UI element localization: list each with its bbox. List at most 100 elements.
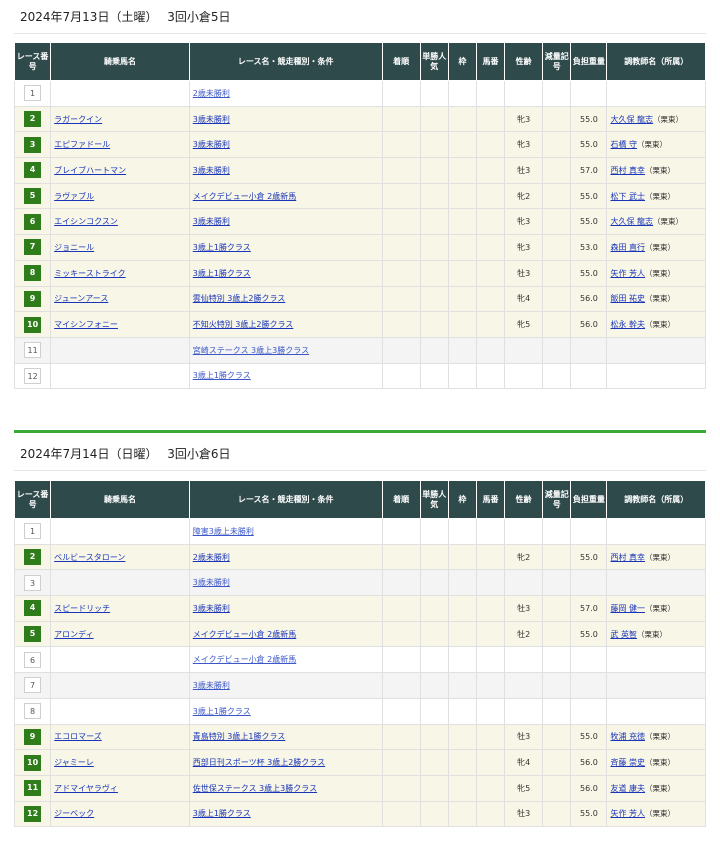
race-link[interactable]: 3歳上1勝クラス	[193, 269, 251, 278]
race-link[interactable]: 宮崎ステークス 3歳上3勝クラス	[193, 346, 309, 355]
race-row: 2 ラガークイン 3歳未勝利 牝3 55.0 大久保 龍志（栗東）	[13, 105, 706, 133]
trainer-link[interactable]: 森田 直行	[610, 243, 645, 252]
horse-link[interactable]: エコロマーズ	[54, 732, 102, 741]
race-number-badge: 6	[24, 213, 42, 230]
trainer-link[interactable]: 松永 幹夫	[610, 320, 645, 329]
race-link[interactable]: 不知火特別 3歳上2勝クラス	[193, 320, 294, 329]
horse-link[interactable]: スピードリッチ	[54, 604, 110, 613]
race-link[interactable]: 3歳未勝利	[193, 140, 230, 149]
trainer-link[interactable]: 石橋 守	[610, 140, 637, 149]
trainer-link[interactable]: 西村 真幸	[610, 166, 645, 175]
empty-cell	[447, 620, 477, 648]
race-link[interactable]: 3歳上1勝クラス	[193, 809, 251, 818]
sex-age-cell: 牡2	[504, 620, 544, 648]
empty-cell	[419, 518, 449, 545]
race-link[interactable]: 3歳未勝利	[193, 604, 230, 613]
race-number-badge: 3	[24, 574, 42, 591]
horse-link[interactable]: ブレイブハートマン	[54, 166, 126, 175]
horse-link[interactable]: ジョニール	[54, 243, 94, 252]
race-link[interactable]: 青島特別 3歳上1勝クラス	[193, 732, 286, 741]
trainer-link[interactable]: 飯田 祐史	[610, 294, 645, 303]
empty-cell	[447, 234, 477, 261]
race-link[interactable]: 3歳上1勝クラス	[193, 371, 251, 380]
trainer-link[interactable]: 友道 康夫	[610, 784, 645, 793]
carried-weight-cell	[570, 80, 608, 107]
race-link[interactable]: メイクデビュー小倉 2歳新馬	[193, 655, 296, 664]
trainer-affiliation: （栗東）	[645, 268, 676, 278]
race-number-badge: 6	[24, 651, 42, 668]
race-link[interactable]: 佐世保ステークス 3歳上3勝クラス	[193, 784, 317, 793]
horse-cell: ラガークイン	[50, 105, 190, 133]
horse-cell: ラヴァブル	[50, 182, 190, 210]
trainer-link[interactable]: 武 英智	[610, 630, 637, 639]
carried-weight-cell	[570, 697, 608, 725]
race-link[interactable]: 雲仙特別 3歳上2勝クラス	[193, 294, 286, 303]
horse-link[interactable]: ジューンアース	[54, 294, 108, 303]
trainer-cell	[606, 697, 706, 725]
weight-reduction-cell	[542, 131, 572, 159]
race-number-badge: 12	[24, 805, 42, 822]
trainer-link[interactable]: 牧浦 充徳	[610, 732, 645, 741]
trainer-link[interactable]: 松下 武士	[610, 192, 645, 201]
empty-cell	[419, 131, 449, 159]
race-number-cell: 8	[13, 259, 52, 287]
weight-reduction-cell	[542, 259, 572, 287]
horse-link[interactable]: アロンディ	[54, 630, 93, 639]
trainer-cell: 矢作 芳人（栗東）	[606, 800, 706, 828]
race-link[interactable]: メイクデビュー小倉 2歳新馬	[193, 630, 296, 639]
trainer-cell	[606, 569, 706, 597]
race-number-cell: 4	[13, 595, 52, 622]
race-link[interactable]: 3歳未勝利	[193, 578, 230, 587]
weight-reduction-cell	[542, 672, 572, 699]
weight-reduction-cell	[542, 518, 572, 545]
race-link[interactable]: 3歳未勝利	[193, 115, 230, 124]
horse-link[interactable]: ラヴァブル	[54, 192, 94, 201]
empty-cell	[447, 80, 477, 107]
race-row: 10 マイシンフォニー 不知火特別 3歳上2勝クラス 牝5 56.0 松永 幹夫（栗東）	[13, 311, 706, 338]
race-number-badge: 8	[24, 265, 42, 282]
race-link[interactable]: 3歳上1勝クラス	[193, 707, 251, 716]
empty-cell	[475, 285, 506, 313]
race-link[interactable]: 障害3歳上未勝利	[193, 527, 254, 536]
weight-reduction-cell	[542, 543, 572, 571]
race-link[interactable]: 3歳未勝利	[193, 166, 230, 175]
trainer-affiliation: （栗東）	[645, 809, 676, 819]
horse-link[interactable]: マイシンフォニー	[54, 320, 118, 329]
race-link[interactable]: メイクデビュー小倉 2歳新馬	[193, 192, 296, 201]
race-row: 11 アドマイヤラヴィ 佐世保ステークス 3歳上3勝クラス 牝5 56.0 友道 康夫（栗…	[13, 774, 706, 802]
race-row: 2 ベルビースタローン 2歳未勝利 牝2 55.0 西村 真幸（栗東）	[13, 543, 706, 571]
trainer-link[interactable]: 大久保 龍志	[610, 115, 653, 124]
empty-cell	[447, 723, 477, 751]
horse-link[interactable]: アドマイヤラヴィ	[54, 784, 118, 793]
horse-link[interactable]: エイシンコクスン	[54, 217, 118, 226]
trainer-link[interactable]: 藤岡 健一	[610, 604, 645, 613]
horse-link[interactable]: ベルビースタローン	[54, 553, 125, 562]
trainer-affiliation: （栗東）	[645, 758, 676, 768]
horse-link[interactable]: ラガークイン	[54, 115, 102, 124]
trainer-link[interactable]: 斉藤 崇史	[610, 758, 645, 767]
horse-cell	[50, 672, 190, 699]
trainer-link[interactable]: 矢作 芳人	[610, 809, 645, 818]
trainer-cell: 森田 直行（栗東）	[606, 234, 706, 261]
empty-cell	[419, 774, 449, 802]
race-link[interactable]: 3歳未勝利	[193, 681, 230, 690]
empty-cell	[419, 157, 449, 184]
horse-link[interactable]: ジーベック	[54, 809, 94, 818]
race-link[interactable]: 2歳未勝利	[193, 553, 230, 562]
horse-link[interactable]: ジャミーレ	[54, 758, 94, 767]
horse-link[interactable]: エピファドール	[54, 140, 110, 149]
race-link[interactable]: 3歳未勝利	[193, 217, 230, 226]
race-row: 7 3歳未勝利	[13, 672, 706, 699]
race-number-badge: 12	[24, 367, 42, 384]
column-header: 調教師名（所属）	[606, 42, 706, 81]
race-link[interactable]: 西部日刊スポーツ杯 3歳上2勝クラス	[193, 758, 325, 767]
race-link[interactable]: 2歳未勝利	[193, 89, 230, 98]
horse-cell: ジョニール	[50, 234, 190, 261]
sex-age-cell: 牡3	[504, 157, 544, 184]
horse-link[interactable]: ミッキーストライク	[54, 269, 125, 278]
column-header: レース番号	[13, 42, 52, 81]
race-link[interactable]: 3歳上1勝クラス	[193, 243, 251, 252]
trainer-link[interactable]: 大久保 龍志	[610, 217, 653, 226]
trainer-link[interactable]: 西村 真幸	[610, 553, 645, 562]
trainer-link[interactable]: 矢作 芳人	[610, 269, 645, 278]
